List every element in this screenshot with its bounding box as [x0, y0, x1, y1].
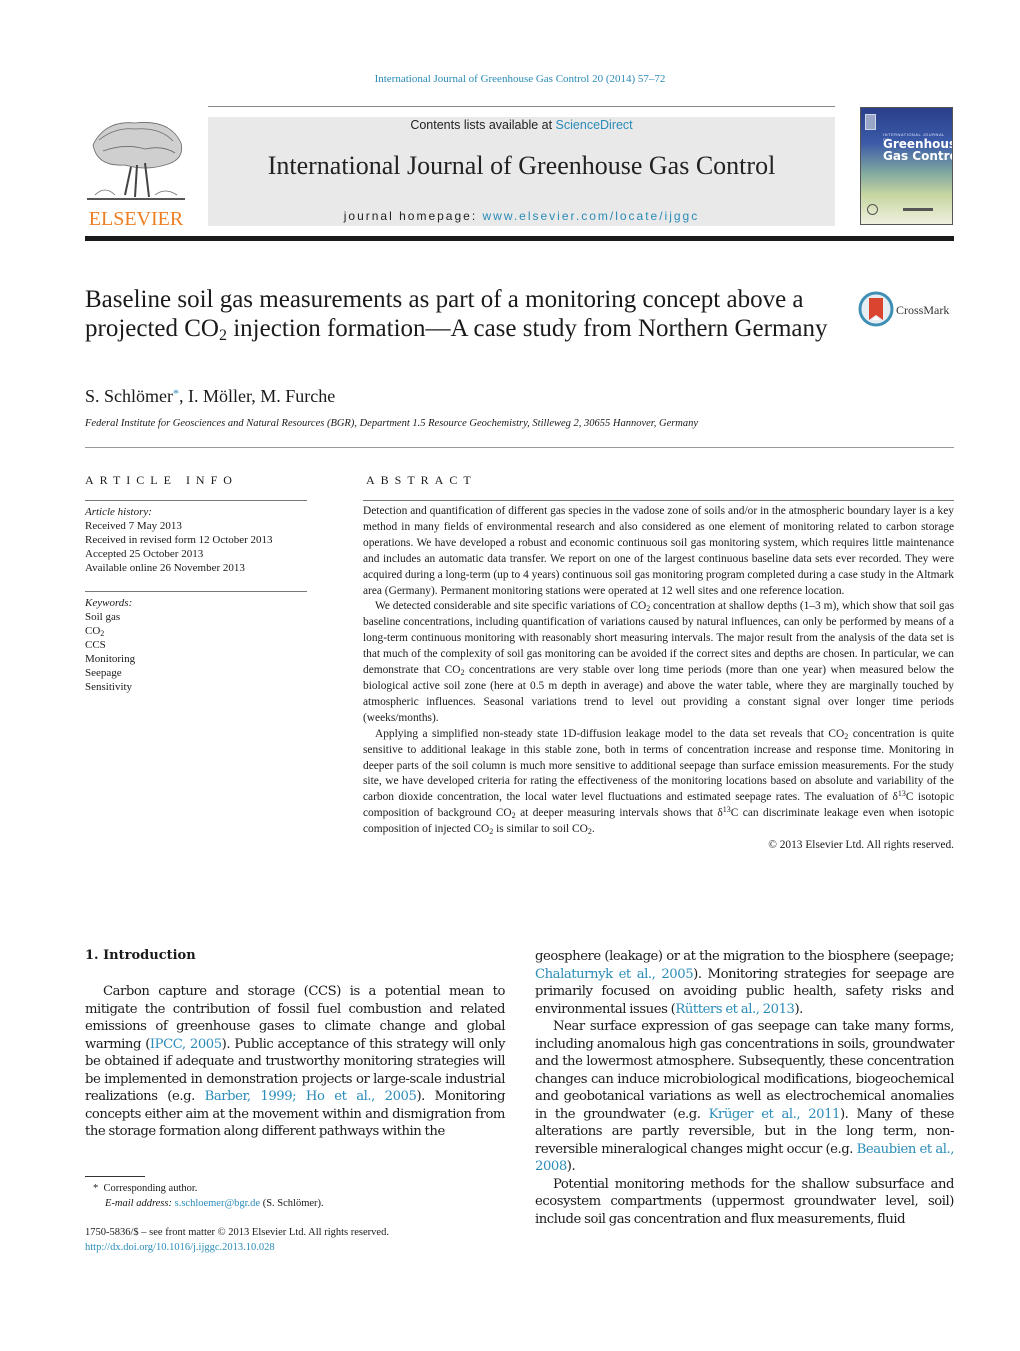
- body-paragraph: Carbon capture and storage (CCS) is a po…: [85, 983, 505, 1141]
- history-heading: Article history:: [85, 506, 152, 518]
- cover-publisher-mark: [903, 208, 933, 211]
- keyword-item: Monitoring: [85, 653, 136, 665]
- journal-citation-link[interactable]: International Journal of Greenhouse Gas …: [0, 73, 1020, 85]
- email-owner: (S. Schlömer).: [262, 1198, 324, 1209]
- history-item: Received 7 May 2013: [85, 520, 182, 532]
- citation-link[interactable]: Barber, 1999; Ho et al., 2005: [205, 1089, 417, 1104]
- cover-badge-icon: [865, 114, 876, 130]
- abstract-paragraph: We detected considerable and site specif…: [363, 599, 954, 726]
- superscript: 13: [897, 789, 906, 799]
- abstract-body: Detection and quantification of differen…: [363, 504, 954, 854]
- text: is similar to soil CO: [493, 823, 588, 836]
- history-item: Accepted 25 October 2013: [85, 548, 204, 560]
- subscript: 2: [100, 629, 105, 638]
- body-column-left: Carbon capture and storage (CCS) is a po…: [85, 983, 505, 1141]
- text: ).: [794, 1001, 803, 1017]
- footnote-text: Corresponding author.: [103, 1183, 198, 1194]
- abstract-paragraph: Detection and quantification of differen…: [363, 505, 954, 597]
- article-title: Baseline soil gas measurements as part o…: [85, 285, 845, 344]
- article-history: Article history: Received 7 May 2013 Rec…: [85, 505, 273, 575]
- journal-cover-thumbnail[interactable]: INTERNATIONAL JOURNAL OF Greenhouse Gas …: [860, 107, 953, 225]
- keyword-item: CCS: [85, 639, 106, 651]
- body-paragraph: Potential monitoring methods for the sha…: [535, 1176, 954, 1227]
- cover-title: Greenhouse Gas Control: [883, 138, 952, 163]
- keyword-item: Soil gas: [85, 611, 121, 623]
- superscript: 13: [722, 805, 731, 815]
- author-separator: ,: [251, 386, 261, 406]
- footnote: * Corresponding author. E-mail address: …: [93, 1181, 324, 1211]
- author-name[interactable]: M. Furche: [260, 386, 335, 406]
- citation-link[interactable]: Rütters et al., 2013: [675, 1002, 795, 1017]
- author-list: S. Schlömer*, I. Möller, M. Furche: [85, 386, 335, 407]
- text: geosphere (leakage) or at the migration …: [535, 949, 954, 964]
- footnote-email-line: E-mail address: s.schloemer@bgr.de (S. S…: [93, 1196, 324, 1211]
- contents-line: Contents lists available at ScienceDirec…: [208, 118, 835, 132]
- journal-header-panel: Contents lists available at ScienceDirec…: [208, 117, 835, 226]
- author-name[interactable]: I. Möller: [188, 386, 251, 406]
- text: .: [591, 823, 595, 836]
- footnote-mark: *: [93, 1183, 99, 1194]
- crossmark-label: CrossMark: [896, 303, 950, 317]
- email-link[interactable]: s.schloemer@bgr.de: [175, 1198, 260, 1209]
- text: Applying a simplified non-steady state 1…: [375, 727, 845, 740]
- abstract-paragraph: Applying a simplified non-steady state 1…: [363, 727, 954, 838]
- keyword-item: Sensitivity: [85, 681, 133, 693]
- keywords: Keywords: Soil gas CO2 CCS Monitoring Se…: [85, 596, 135, 694]
- contents-prefix: Contents lists available at: [410, 118, 556, 132]
- text: ).: [566, 1159, 576, 1174]
- front-matter: 1750-5836/$ – see front matter © 2013 El…: [85, 1225, 389, 1255]
- email-label: E-mail address:: [105, 1198, 172, 1209]
- citation-link[interactable]: IPCC, 2005: [150, 1037, 222, 1052]
- title-subscript: 2: [218, 327, 227, 344]
- cover-title-line-2: Gas Control: [883, 149, 952, 163]
- text: We detected considerable and site specif…: [375, 600, 647, 613]
- keywords-heading: Keywords:: [85, 597, 133, 609]
- header-thick-rule: [85, 236, 954, 241]
- author-separator: ,: [179, 386, 188, 406]
- author-name[interactable]: S. Schlömer: [85, 386, 173, 406]
- section-heading-introduction: 1. Introduction: [85, 948, 196, 963]
- elsevier-tree-icon: [85, 115, 187, 207]
- doi-link[interactable]: http://dx.doi.org/10.1016/j.ijggc.2013.1…: [85, 1240, 389, 1255]
- elsevier-logo[interactable]: ELSEVIER: [85, 115, 187, 230]
- body-paragraph: geosphere (leakage) or at the migration …: [535, 948, 954, 1018]
- homepage-line: journal homepage: www.elsevier.com/locat…: [208, 209, 835, 223]
- keywords-rule: [85, 591, 307, 592]
- affiliation: Federal Institute for Geosciences and Na…: [85, 418, 699, 429]
- body-column-right: geosphere (leakage) or at the migration …: [535, 948, 954, 1228]
- keyword-item: Seepage: [85, 667, 122, 679]
- copyright-line: © 2013 Elsevier Ltd. All rights reserved…: [768, 839, 954, 852]
- cover-seal-icon: [867, 204, 878, 215]
- affiliation-rule: [85, 447, 954, 448]
- article-info-heading: ARTICLE INFO: [85, 473, 238, 487]
- crossmark-button[interactable]: CrossMark: [858, 290, 958, 330]
- history-item: Received in revised form 12 October 2013: [85, 534, 273, 546]
- title-part-2: injection formation—A case study from No…: [226, 315, 828, 342]
- footnote-rule: [85, 1176, 145, 1177]
- elsevier-wordmark: ELSEVIER: [88, 208, 184, 230]
- article-info-rule: [85, 500, 307, 501]
- history-item: Available online 26 November 2013: [85, 562, 245, 574]
- keyword-item: CO2: [85, 625, 105, 638]
- body-paragraph: Near surface expression of gas seepage c…: [535, 1018, 954, 1176]
- homepage-prefix: journal homepage:: [343, 209, 483, 223]
- citation-link[interactable]: Krüger et al., 2011: [709, 1107, 841, 1122]
- issn-line: 1750-5836/$ – see front matter © 2013 El…: [85, 1227, 389, 1238]
- citation-link[interactable]: Chalaturnyk et al., 2005: [535, 967, 694, 982]
- header-rule: [208, 106, 835, 107]
- homepage-link[interactable]: www.elsevier.com/locate/ijggc: [483, 209, 700, 223]
- footnote-corresponding: * Corresponding author.: [93, 1181, 324, 1196]
- journal-title: International Journal of Greenhouse Gas …: [267, 151, 776, 180]
- abstract-heading: ABSTRACT: [366, 473, 477, 487]
- abstract-rule: [363, 500, 954, 501]
- text: at deeper measuring intervals shows that…: [515, 807, 723, 820]
- sciencedirect-link[interactable]: ScienceDirect: [556, 118, 633, 132]
- crossmark-icon: [858, 291, 894, 327]
